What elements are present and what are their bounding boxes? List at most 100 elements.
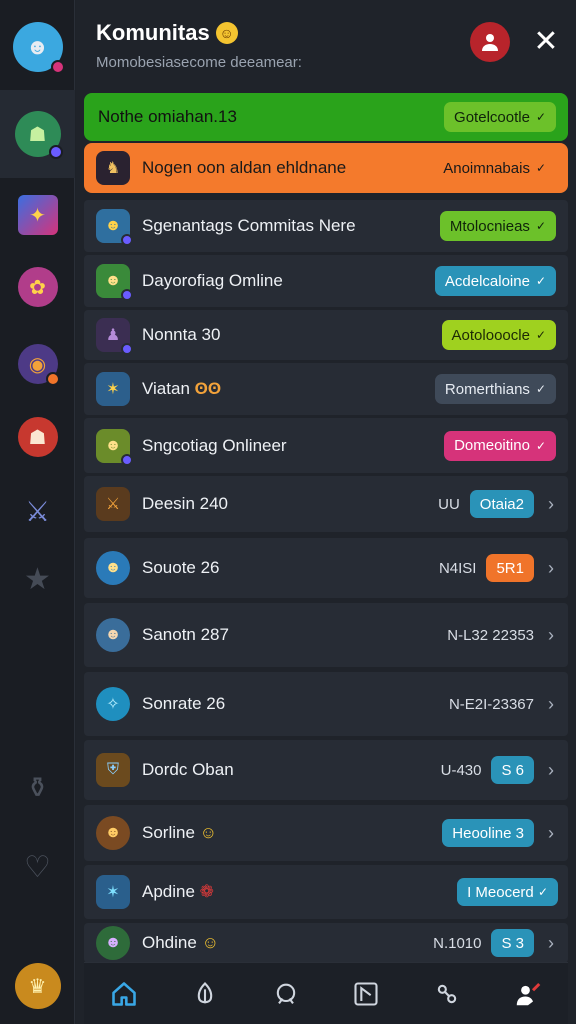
list-item[interactable]: ♟ Nonnta 30 Aotolooocle ✓ xyxy=(84,310,568,360)
gem-icon: ❁ xyxy=(199,882,214,901)
row-meta: UU Otaia2 › xyxy=(438,490,558,518)
member-name: Viatan ʘʘ xyxy=(142,379,435,399)
row-meta: U-430 S 6 › xyxy=(441,756,558,784)
member-avatar: ✧ xyxy=(96,687,130,721)
rail-item-server-7[interactable]: ★ xyxy=(0,554,75,604)
list-item[interactable]: ☻ Sngcotiag Onlineer Domeoitino ✓ xyxy=(84,418,568,473)
member-name: Sanotn 287 xyxy=(142,625,229,644)
banner-green[interactable]: Nothe omiahan.13 Gotelcootle ✓ xyxy=(84,93,568,141)
rail-avatar-profile[interactable]: ☻ xyxy=(0,12,75,82)
nav-feed[interactable] xyxy=(185,974,225,1014)
chevron-down-icon: ✓ xyxy=(535,382,546,396)
page-subtitle: Momobesiasecome deeamear: xyxy=(96,54,302,71)
list-item[interactable]: ✶ Apdine ❁ I Meocerd ✓ xyxy=(84,865,568,919)
dropdown-label: Gotelcootle xyxy=(454,108,530,126)
hero-icon: ☻ xyxy=(104,824,122,841)
warrior-avatar: ♞ xyxy=(96,151,130,185)
member-avatar: ☻ xyxy=(96,926,130,960)
list-item[interactable]: ☻ Ohdine ☺ N.1010 S 3 › xyxy=(84,923,568,963)
rail-item-server-6[interactable]: ⚔ xyxy=(0,486,75,536)
spellbook-icon: ✦ xyxy=(17,195,58,235)
banner-action-dropdown[interactable]: Anoimnabais ✓ xyxy=(433,153,556,183)
list-item[interactable]: ✶ Viatan ʘʘ Romerthians ✓ xyxy=(84,363,568,415)
member-name: Sorline ☺ xyxy=(142,823,442,843)
owl-icon: ◉ xyxy=(17,344,60,386)
status-dot xyxy=(121,453,133,466)
list-item[interactable]: ⚔ Deesin 240 UU Otaia2 › xyxy=(84,476,568,532)
chevron-down-icon: ✓ xyxy=(535,328,546,342)
status-label: Mtolocnieas xyxy=(449,217,530,235)
member-avatar: ☻ xyxy=(96,551,130,585)
hero-icon: ☻ xyxy=(104,626,122,643)
member-name: Sgenantags Commitas Nere xyxy=(142,216,356,235)
status-dot xyxy=(45,372,60,386)
list-item[interactable]: ☻ Sanotn 287 N-L32 22353 › xyxy=(84,603,568,667)
member-code: N4ISI xyxy=(438,559,477,577)
close-button[interactable]: ✕ xyxy=(524,20,568,64)
hero-face-icon: ☻ xyxy=(25,34,50,59)
chevron-right-icon: › xyxy=(548,932,554,953)
nav-home[interactable] xyxy=(104,974,144,1014)
member-avatar: ☻ xyxy=(96,264,133,301)
rail-item-server-4[interactable]: ◉ xyxy=(0,338,75,390)
nav-board[interactable] xyxy=(346,974,386,1014)
user-profile-button[interactable] xyxy=(468,20,512,64)
member-name: Souote 26 xyxy=(142,558,220,577)
rail-item-server-5[interactable]: ☗ xyxy=(0,412,75,462)
list-item[interactable]: ☻ Sorline ☺ Heooline 3 › xyxy=(84,805,568,861)
member-name-text: Viatan xyxy=(142,379,190,398)
status-dot xyxy=(121,289,133,301)
pot-icon: ⚱ xyxy=(25,771,50,803)
status-badge: Otaia2 xyxy=(469,490,534,518)
row-meta: I Meocerd ✓ xyxy=(457,878,558,906)
chevron-down-icon: ✓ xyxy=(535,110,546,124)
status-dropdown[interactable]: Mtolocnieas ✓ xyxy=(439,211,556,241)
member-avatar: ⛨ xyxy=(96,753,130,787)
star-warrior-icon: ✶ xyxy=(106,381,120,398)
rail-item-server-8[interactable]: ⚱ xyxy=(0,762,75,812)
status-dropdown[interactable]: Romerthians ✓ xyxy=(434,374,556,404)
rail-item-server-2[interactable]: ✦ xyxy=(0,190,75,240)
golden-helm-icon: ♛ xyxy=(14,963,61,1009)
member-code: U-430 xyxy=(440,761,482,779)
goblin-server-icon: ☗ xyxy=(14,111,63,159)
title-text: Komunitas xyxy=(96,20,210,45)
smile-emoji-icon: ☺ xyxy=(199,823,218,842)
rail-item-server-1[interactable]: ☗ xyxy=(0,90,75,178)
mage-icon: ♟ xyxy=(105,327,121,344)
status-label: Domeoitino xyxy=(454,437,530,454)
nav-chat[interactable] xyxy=(266,974,306,1014)
chat-bubble-icon xyxy=(276,983,295,1004)
chevron-right-icon: › xyxy=(548,822,554,843)
status-dropdown[interactable]: Domeoitino ✓ xyxy=(444,430,556,461)
home-icon xyxy=(112,981,137,1006)
server-rail: ☻ ☗ ✦ ✿ ◉ ☗ ⚔ ★ ⚱ ♡ ♛ xyxy=(0,0,75,1024)
rail-item-server-3[interactable]: ✿ xyxy=(0,262,75,312)
chevron-right-icon: › xyxy=(548,493,554,514)
rail-item-server-9[interactable]: ♡ xyxy=(0,842,75,892)
member-name: Deesin 240 xyxy=(142,494,229,513)
user-icon xyxy=(470,22,510,62)
member-name-text: Sorline xyxy=(142,823,195,842)
banner-action-dropdown[interactable]: Gotelcootle ✓ xyxy=(444,102,556,132)
member-avatar: ♟ xyxy=(96,318,133,355)
list-item[interactable]: ☻ Dayorofiag Omline Acdelcaloine ✓ xyxy=(84,255,568,307)
member-name: Dayorofiag Omline xyxy=(142,271,283,290)
list-item[interactable]: ⛨ Dordc Oban U-430 S 6 › xyxy=(84,740,568,800)
chevron-down-icon: ✓ xyxy=(535,219,546,233)
status-dropdown[interactable]: Aotolooocle ✓ xyxy=(441,320,556,350)
link-icon xyxy=(437,984,457,1003)
flower-gem-icon: ✿ xyxy=(17,267,58,307)
dropdown-label: Anoimnabais xyxy=(443,159,530,177)
list-item[interactable]: ☻ Sgenantags Commitas Nere Mtolocnieas ✓ xyxy=(84,200,568,252)
nav-links[interactable] xyxy=(427,974,467,1014)
status-badge[interactable]: I Meocerd ✓ xyxy=(457,878,558,906)
nav-profile[interactable] xyxy=(508,974,548,1014)
list-item[interactable]: ☻ Souote 26 N4ISI 5R1 › xyxy=(84,538,568,598)
member-avatar: ⚔ xyxy=(96,487,130,521)
list-item[interactable]: ✧ Sonrate 26 N-E2I-23367 › xyxy=(84,672,568,736)
banner-orange[interactable]: ♞ Nogen oon aldan ehldnane Anoimnabais ✓ xyxy=(84,143,568,193)
status-dropdown[interactable]: Acdelcaloine ✓ xyxy=(434,266,556,296)
flame-icon xyxy=(197,981,213,1003)
rail-item-server-10[interactable]: ♛ xyxy=(0,958,75,1014)
